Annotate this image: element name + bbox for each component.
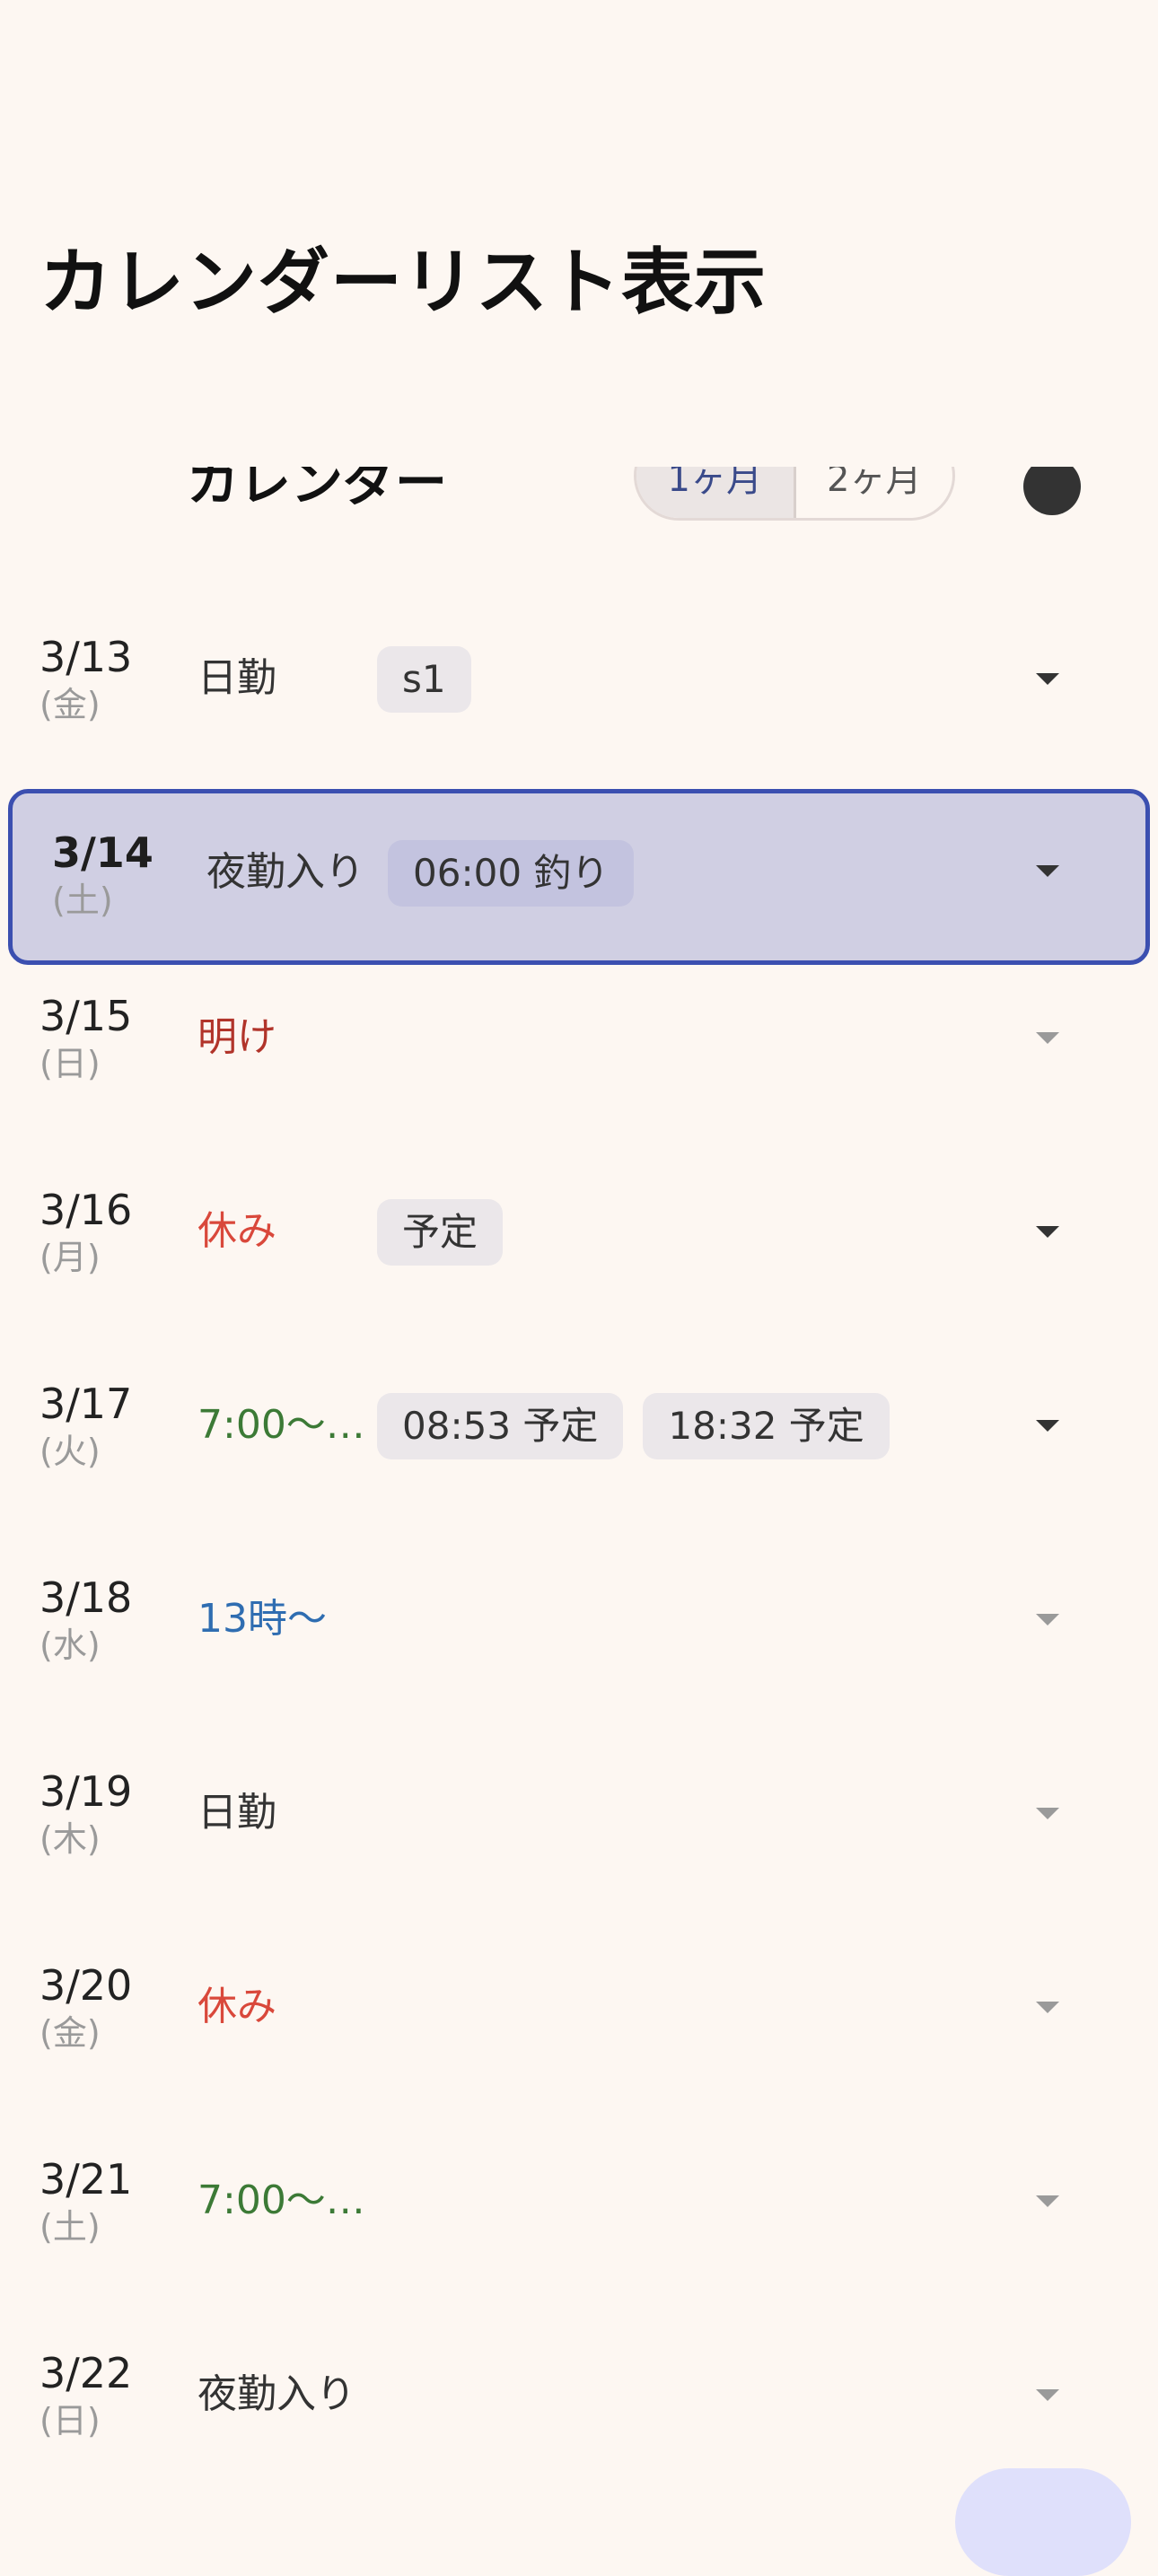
gear-icon[interactable] bbox=[1023, 467, 1081, 515]
caret-down-icon[interactable] bbox=[1036, 2002, 1059, 2013]
day-date: 3/18 bbox=[39, 1573, 133, 1622]
day-date: 3/22 bbox=[39, 2349, 133, 2397]
event-chip[interactable]: 予定 bbox=[377, 1199, 504, 1266]
day-row[interactable]: 3/18 (水) 13時〜 bbox=[0, 1573, 1158, 1752]
subheader-clip: カレンダー 1ヶ月 2ヶ月 bbox=[0, 467, 1158, 521]
range-segmented-control[interactable]: 1ヶ月 2ヶ月 bbox=[634, 467, 955, 521]
day-date: 3/17 bbox=[39, 1380, 133, 1428]
day-shift-label: 7:00〜… bbox=[197, 2177, 365, 2223]
event-chip[interactable]: 18:32 予定 bbox=[643, 1393, 890, 1459]
day-row[interactable]: 3/17 (火) 7:00〜… 08:53 予定 18:32 予定 bbox=[0, 1379, 1158, 1558]
segment-one-month[interactable]: 1ヶ月 bbox=[636, 467, 796, 518]
day-shift-label: 休み bbox=[197, 1984, 276, 2029]
caret-down-icon[interactable] bbox=[1036, 865, 1059, 877]
day-shift-label: 夜勤入り bbox=[206, 849, 364, 895]
event-chips: s1 bbox=[377, 646, 471, 713]
day-weekday: (土) bbox=[52, 881, 113, 920]
day-weekday: (日) bbox=[39, 1044, 101, 1083]
caret-down-icon[interactable] bbox=[1036, 1226, 1059, 1238]
caret-down-icon[interactable] bbox=[1036, 2389, 1059, 2401]
event-chip[interactable]: 08:53 予定 bbox=[377, 1393, 624, 1459]
day-weekday: (日) bbox=[39, 2401, 101, 2440]
day-row[interactable]: 3/16 (月) 休み 予定 bbox=[0, 1185, 1158, 1364]
day-shift-label: 日勤 bbox=[197, 655, 276, 701]
day-date: 3/19 bbox=[39, 1767, 133, 1816]
day-shift-label: 明け bbox=[197, 1014, 276, 1060]
day-date: 3/16 bbox=[39, 1186, 133, 1234]
caret-down-icon[interactable] bbox=[1036, 1614, 1059, 1625]
day-row[interactable]: 3/19 (木) 日勤 bbox=[0, 1766, 1158, 1946]
caret-down-icon[interactable] bbox=[1036, 1808, 1059, 1819]
event-chip[interactable]: s1 bbox=[377, 646, 471, 713]
day-date: 3/15 bbox=[39, 992, 133, 1040]
add-fab-button[interactable] bbox=[955, 2468, 1131, 2576]
segment-two-months[interactable]: 2ヶ月 bbox=[796, 467, 953, 518]
day-weekday: (木) bbox=[39, 1819, 101, 1859]
day-row[interactable]: 3/21 (土) 7:00〜… bbox=[0, 2154, 1158, 2334]
day-date: 3/20 bbox=[39, 1961, 133, 2010]
day-weekday: (土) bbox=[39, 2207, 101, 2247]
day-date: 3/21 bbox=[39, 2155, 133, 2204]
day-weekday: (月) bbox=[39, 1238, 101, 1277]
caret-down-icon[interactable] bbox=[1036, 1032, 1059, 1044]
caret-down-icon[interactable] bbox=[1036, 1420, 1059, 1432]
page-title: カレンダーリスト表示 bbox=[39, 241, 767, 324]
event-chips: 予定 bbox=[377, 1199, 504, 1266]
day-weekday: (金) bbox=[39, 2013, 101, 2053]
day-shift-label: 夜勤入り bbox=[197, 2371, 355, 2417]
caret-down-icon[interactable] bbox=[1036, 673, 1059, 685]
day-date: 3/13 bbox=[39, 633, 133, 681]
day-shift-label: 7:00〜… bbox=[197, 1402, 365, 1448]
day-date: 3/14 bbox=[52, 828, 154, 877]
day-shift-label: 休み bbox=[197, 1208, 276, 1254]
day-row-selected[interactable]: 3/14 (土) 夜勤入り 06:00 釣り bbox=[8, 789, 1150, 965]
day-row[interactable]: 3/15 (日) 明け bbox=[0, 991, 1158, 1170]
event-chip[interactable]: 06:00 釣り bbox=[388, 840, 635, 907]
subheader-title: カレンダー bbox=[187, 467, 448, 513]
day-row[interactable]: 3/13 (金) 日勤 s1 bbox=[0, 632, 1158, 811]
event-chips: 08:53 予定 18:32 予定 bbox=[377, 1393, 890, 1459]
day-shift-label: 13時〜 bbox=[197, 1596, 327, 1642]
event-chips: 06:00 釣り bbox=[388, 840, 635, 907]
calendar-subheader: カレンダー 1ヶ月 2ヶ月 bbox=[0, 467, 1158, 521]
day-weekday: (火) bbox=[39, 1432, 101, 1471]
day-weekday: (水) bbox=[39, 1625, 101, 1665]
caret-down-icon[interactable] bbox=[1036, 2195, 1059, 2207]
day-row[interactable]: 3/20 (金) 休み bbox=[0, 1960, 1158, 2140]
day-shift-label: 日勤 bbox=[197, 1790, 276, 1836]
day-weekday: (金) bbox=[39, 685, 101, 724]
